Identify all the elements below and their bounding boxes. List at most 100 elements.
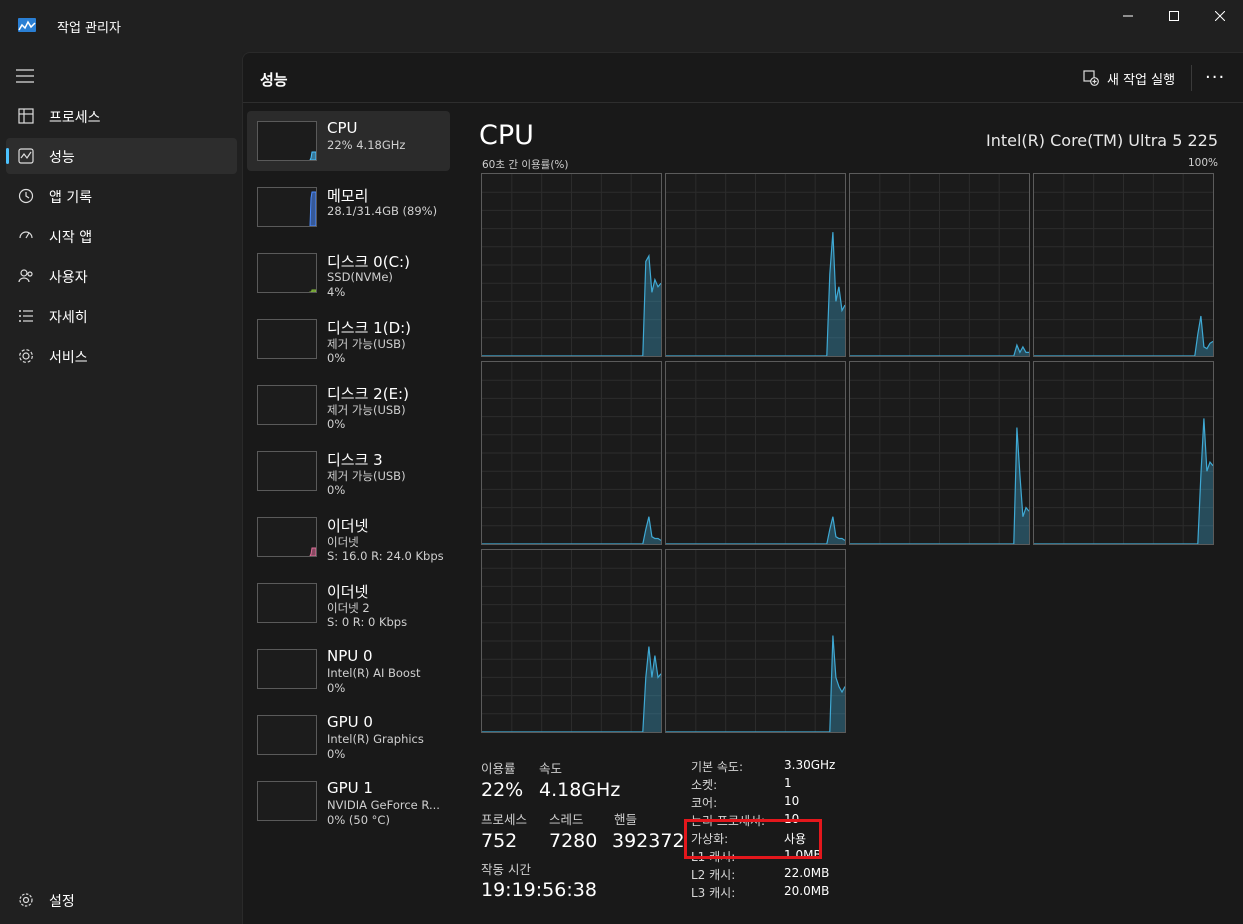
device-name: 디스크 0(C:): [327, 253, 410, 271]
device-item[interactable]: 디스크 2(E:) 제거 가능(USB) 0%: [247, 375, 450, 435]
sidebar-item-services[interactable]: 서비스: [6, 338, 237, 374]
device-subtitle: 이더넷 2: [327, 601, 370, 615]
title-bar: 작업 관리자: [0, 0, 1243, 52]
core-graph: [1033, 361, 1214, 545]
device-value: 0%: [327, 747, 346, 761]
sidebar-item-processes[interactable]: 프로세스: [6, 98, 237, 134]
device-item[interactable]: GPU 1 NVIDIA GeForce R... 0% (50 °C): [247, 771, 450, 831]
more-options-button[interactable]: ···: [1205, 67, 1225, 88]
core-graph: [849, 361, 1030, 545]
device-name: 이더넷: [327, 517, 369, 535]
utilization-value: 22%: [481, 779, 524, 801]
device-name: GPU 0: [327, 713, 373, 731]
sidebar-item-label: 시작 앱: [49, 230, 93, 246]
spec-label: 코어:: [691, 796, 718, 810]
device-name: 디스크 1(D:): [327, 319, 412, 337]
page-header: 성능 새 작업 실행 ···: [243, 53, 1243, 103]
sidebar-item-performance[interactable]: 성능: [6, 138, 237, 174]
core-graph: [481, 549, 662, 733]
minimize-button[interactable]: [1105, 0, 1151, 32]
device-item[interactable]: 이더넷 이더넷 S: 16.0 R: 24.0 Kbps: [247, 507, 450, 567]
header-divider: [1191, 65, 1192, 91]
startup-icon: [19, 231, 33, 239]
performance-icon: [18, 148, 34, 164]
device-item[interactable]: 메모리 28.1/31.4GB (89%): [247, 177, 450, 237]
device-thumbnail-graph: [257, 715, 317, 755]
spec-value: 3.30GHz: [784, 758, 836, 772]
device-subtitle: SSD(NVMe): [327, 270, 393, 284]
processes-label: 프로세스: [481, 812, 528, 827]
spec-label: L2 캐시:: [691, 868, 736, 882]
core-graph: [665, 549, 846, 733]
close-button[interactable]: [1197, 0, 1243, 32]
device-thumbnail-graph: [257, 385, 317, 425]
device-value: 4%: [327, 285, 346, 299]
new-task-icon: [1083, 70, 1099, 86]
spec-value: 22.0MB: [784, 866, 830, 880]
device-item[interactable]: CPU 22% 4.18GHz: [247, 111, 450, 171]
device-subtitle: Intel(R) AI Boost: [327, 666, 421, 680]
device-item[interactable]: NPU 0 Intel(R) AI Boost 0%: [247, 639, 450, 699]
cpu-model: Intel(R) Core(TM) Ultra 5 225: [986, 131, 1218, 150]
spec-label: 소켓:: [691, 778, 718, 792]
device-name: NPU 0: [327, 647, 373, 665]
threads-value: 7280: [549, 830, 598, 852]
sidebar-item-label: 서비스: [49, 350, 88, 366]
device-subtitle: 제거 가능(USB): [327, 403, 406, 417]
spec-label: L3 캐시:: [691, 886, 736, 900]
device-value: 0% (50 °C): [327, 813, 390, 827]
device-item[interactable]: 이더넷 이더넷 2 S: 0 R: 0 Kbps: [247, 573, 450, 633]
speed-label: 속도: [539, 761, 563, 776]
device-item[interactable]: 디스크 1(D:) 제거 가능(USB) 0%: [247, 309, 450, 369]
device-value: 0%: [327, 681, 346, 695]
device-name: CPU: [327, 119, 358, 137]
virtualization-highlight-box: [684, 819, 822, 859]
minimize-icon: [1123, 15, 1133, 17]
new-task-button[interactable]: 새 작업 실행: [1083, 63, 1175, 93]
device-value: 0%: [327, 417, 346, 431]
sidebar-item-label: 성능: [49, 150, 75, 166]
sidebar-item-label: 프로세스: [49, 110, 101, 126]
device-subtitle: 28.1/31.4GB (89%): [327, 204, 438, 218]
device-value: S: 16.0 R: 24.0 Kbps: [327, 549, 444, 563]
sidebar-item-app-history[interactable]: 앱 기록: [6, 178, 237, 214]
details-icon: [19, 310, 33, 322]
core-graph: [849, 173, 1030, 357]
core-graph: [1033, 173, 1214, 357]
sidebar-item-details[interactable]: 자세히: [6, 298, 237, 334]
device-item[interactable]: GPU 0 Intel(R) Graphics 0%: [247, 705, 450, 765]
sidebar-item-label: 앱 기록: [49, 190, 93, 206]
sidebar-item-label: 사용자: [49, 270, 88, 286]
sidebar-item-startup[interactable]: 시작 앱: [6, 218, 237, 254]
history-icon: [18, 188, 34, 204]
handles-label: 핸들: [614, 812, 638, 827]
device-item[interactable]: 디스크 3 제거 가능(USB) 0%: [247, 441, 450, 501]
device-subtitle: 제거 가능(USB): [327, 469, 406, 483]
sidebar-item-settings[interactable]: 설정: [6, 882, 237, 918]
graph-label: 60초 간 이용률(%): [482, 159, 569, 171]
maximize-button[interactable]: [1151, 0, 1197, 32]
sidebar-item-users[interactable]: 사용자: [6, 258, 237, 294]
device-item[interactable]: 디스크 0(C:) SSD(NVMe) 4%: [247, 243, 450, 303]
device-thumbnail-graph: [257, 583, 317, 623]
device-thumbnail-graph: [257, 187, 317, 227]
maximize-icon: [1169, 11, 1179, 21]
task-manager-logo-icon: [18, 18, 36, 32]
core-graph: [481, 361, 662, 545]
hamburger-menu-icon[interactable]: [16, 69, 34, 83]
thumbnail-fill: [309, 151, 316, 160]
main-panel: 성능 새 작업 실행 ··· CPU 22% 4.18GHz 메모리 28.1/31.…: [242, 52, 1243, 924]
device-thumbnail-graph: [257, 451, 317, 491]
core-graph: [665, 173, 846, 357]
users-icon: [18, 269, 33, 283]
handles-value: 392372: [612, 830, 685, 852]
process-icon: [18, 108, 34, 124]
processes-value: 752: [481, 830, 518, 852]
sidebar: 프로세스 성능 앱 기록 시작 앱 사용자 자세히 서비스 설정: [0, 52, 242, 924]
device-value: 0%: [327, 483, 346, 497]
uptime-label: 작동 시간: [481, 862, 531, 877]
device-value: 0%: [327, 351, 346, 365]
core-graph: [481, 173, 662, 357]
graph-max-label: 100%: [1187, 157, 1218, 169]
page-title: 성능: [260, 71, 288, 89]
